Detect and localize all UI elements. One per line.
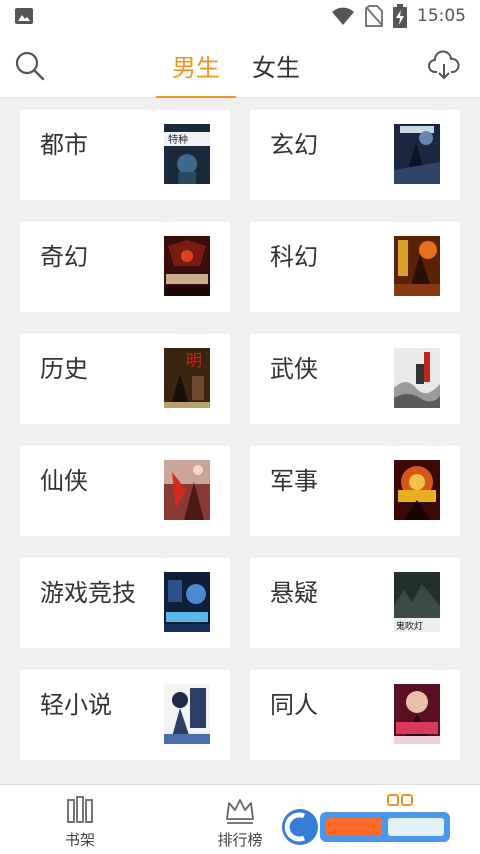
image-notification-icon xyxy=(15,8,33,24)
category-label: 武侠 xyxy=(270,355,318,383)
category-label: 玄幻 xyxy=(270,131,318,159)
category-card-xuanhuan[interactable]: 玄幻 xyxy=(250,110,460,200)
tab-female[interactable]: 女生 xyxy=(236,32,316,98)
category-card-junshi[interactable]: 军事 xyxy=(250,446,460,536)
category-card-dushi[interactable]: 都市 特种 xyxy=(20,110,230,200)
book-cover-image: 鬼吹灯 xyxy=(394,572,440,632)
search-icon xyxy=(15,51,45,81)
crown-icon xyxy=(226,799,254,824)
book-cover-image xyxy=(394,684,440,744)
category-card-kehuan[interactable]: 科幻 xyxy=(250,222,460,312)
download-button[interactable] xyxy=(428,50,460,82)
nav-ranking[interactable]: 排行榜 xyxy=(190,785,290,854)
category-label: 轻小说 xyxy=(40,691,112,719)
gender-tabs: 男生 女生 xyxy=(156,32,316,98)
book-cover-image xyxy=(164,572,210,632)
nav-category[interactable] xyxy=(350,785,450,854)
category-card-lishi[interactable]: 历史 明 xyxy=(20,334,230,424)
category-card-qihuan[interactable]: 奇幻 xyxy=(20,222,230,312)
bottom-navigation: 书架 排行榜 xyxy=(0,784,480,854)
category-grid: 都市 特种 玄幻 奇幻 科幻 历史 明 武侠 仙侠 军事 游戏竞技 悬疑 鬼吹灯… xyxy=(20,110,460,760)
category-card-qingxiaoshuo[interactable]: 轻小说 xyxy=(20,670,230,760)
nav-label: 排行榜 xyxy=(217,831,263,849)
category-label: 科幻 xyxy=(270,243,318,271)
nav-label: 书架 xyxy=(64,831,95,849)
category-label: 游戏竞技 xyxy=(40,579,136,607)
book-cover-image xyxy=(394,348,440,408)
category-label: 仙侠 xyxy=(40,467,88,495)
book-cover-image: 明 xyxy=(164,348,210,408)
bookshelf-icon xyxy=(67,796,93,823)
category-label: 悬疑 xyxy=(270,579,318,607)
tab-male[interactable]: 男生 xyxy=(156,32,236,98)
search-button[interactable] xyxy=(14,50,46,82)
nav-bookshelf[interactable]: 书架 xyxy=(30,785,130,854)
category-label: 历史 xyxy=(40,355,88,383)
category-card-wuxia[interactable]: 武侠 xyxy=(250,334,460,424)
no-sim-icon xyxy=(365,5,383,27)
category-label: 同人 xyxy=(270,691,318,719)
category-card-youxi-jingji[interactable]: 游戏竞技 xyxy=(20,558,230,648)
book-cover-image xyxy=(394,460,440,520)
book-cover-image: 特种 xyxy=(164,124,210,184)
battery-charging-icon xyxy=(393,4,407,28)
category-label: 军事 xyxy=(270,467,318,495)
category-label: 都市 xyxy=(40,131,88,159)
status-bar: 15:05 xyxy=(0,0,480,32)
category-card-tongren[interactable]: 同人 xyxy=(250,670,460,760)
book-cover-image xyxy=(394,236,440,296)
category-card-xianxia[interactable]: 仙侠 xyxy=(20,446,230,536)
book-cover-image xyxy=(394,124,440,184)
book-cover-image xyxy=(164,684,210,744)
book-cover-image xyxy=(164,460,210,520)
cover-title: 明 xyxy=(186,351,202,370)
cloud-download-icon xyxy=(428,50,460,80)
status-time: 15:05 xyxy=(417,6,466,26)
category-label: 奇幻 xyxy=(40,243,88,271)
book-cover-image xyxy=(164,236,210,296)
cover-title: 鬼吹灯 xyxy=(396,620,423,632)
category-card-xuanyi[interactable]: 悬疑 鬼吹灯 xyxy=(250,558,460,648)
cover-title: 特种 xyxy=(168,133,188,146)
wifi-icon xyxy=(332,7,354,25)
top-header: 男生 女生 xyxy=(0,32,480,98)
category-list: 都市 特种 玄幻 奇幻 科幻 历史 明 武侠 仙侠 军事 游戏竞技 悬疑 鬼吹灯… xyxy=(0,98,480,784)
category-grid-icon xyxy=(387,794,413,806)
